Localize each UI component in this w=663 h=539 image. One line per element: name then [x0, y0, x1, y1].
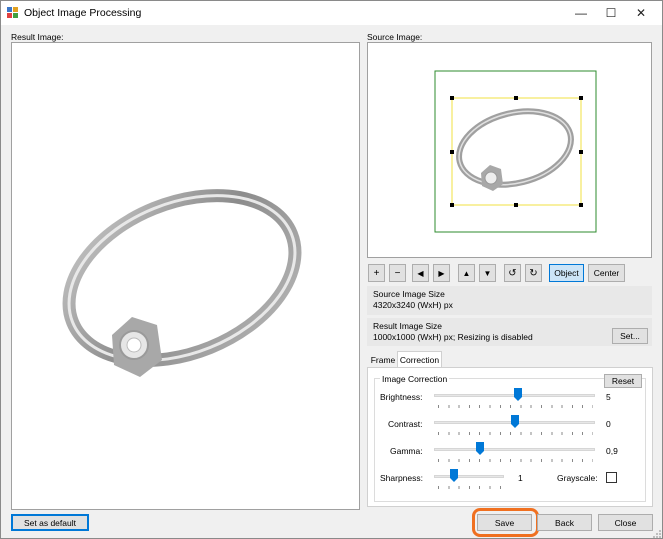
contrast-value: 0	[606, 419, 611, 429]
result-image-label: Result Image:	[11, 32, 64, 42]
close-button[interactable]: Close	[598, 514, 653, 531]
result-size-box: Result Image Size 1000x1000 (WxH) px; Re…	[367, 318, 652, 346]
source-image-panel	[367, 42, 652, 258]
gamma-slider[interactable]	[434, 448, 595, 451]
gamma-ticks	[438, 459, 593, 462]
contrast-slider-thumb[interactable]	[511, 415, 519, 428]
sharpness-slider[interactable]	[434, 475, 504, 478]
source-size-value: 4320x3240 (WxH) px	[373, 300, 453, 310]
brightness-slider-thumb[interactable]	[514, 388, 522, 401]
back-button[interactable]: Back	[537, 514, 592, 531]
reset-button[interactable]: Reset	[604, 374, 642, 388]
zoom-in-button[interactable]: +	[368, 264, 385, 282]
app-icon	[7, 7, 18, 18]
crop-handle[interactable]	[450, 203, 454, 207]
contrast-ticks	[438, 432, 593, 435]
save-button[interactable]: Save	[477, 514, 532, 531]
crop-handle[interactable]	[450, 150, 454, 154]
result-image-panel	[11, 42, 360, 510]
sharpness-label: Sharpness:	[380, 473, 423, 483]
contrast-label: Contrast:	[388, 419, 423, 429]
brightness-label: Brightness:	[380, 392, 423, 402]
source-size-box: Source Image Size 4320x3240 (WxH) px	[367, 286, 652, 315]
correction-tab-panel: Image Correction Reset Brightness: 5 Con…	[367, 367, 653, 507]
sharpness-slider-thumb[interactable]	[450, 469, 458, 482]
tab-correction[interactable]: Correction	[397, 351, 442, 368]
set-as-default-button[interactable]: Set as default	[11, 514, 89, 531]
center-button[interactable]: Center	[588, 264, 625, 282]
move-up-button[interactable]: ▲	[458, 264, 475, 282]
rotate-cw-button[interactable]: ↻	[525, 264, 542, 282]
result-size-value: 1000x1000 (WxH) px; Resizing is disabled	[373, 332, 533, 342]
rotate-ccw-button[interactable]: ↺	[504, 264, 521, 282]
zoom-out-button[interactable]: −	[389, 264, 406, 282]
move-left-button[interactable]: ◀	[412, 264, 429, 282]
crop-handle[interactable]	[579, 150, 583, 154]
ring-image	[62, 189, 302, 377]
crop-handle[interactable]	[514, 203, 518, 207]
crop-handle[interactable]	[450, 96, 454, 100]
object-button[interactable]: Object	[549, 264, 584, 282]
result-size-title: Result Image Size	[373, 321, 442, 331]
gamma-label: Gamma:	[390, 446, 423, 456]
set-size-button[interactable]: Set...	[612, 328, 648, 344]
source-preview	[434, 70, 597, 233]
grayscale-checkbox[interactable]	[606, 472, 617, 483]
main-window: Object Image Processing — ☐ ✕ Result Ima…	[0, 0, 663, 539]
sharpness-ticks	[438, 486, 502, 489]
move-down-button[interactable]: ▼	[479, 264, 496, 282]
source-image-label: Source Image:	[367, 32, 423, 42]
title-bar: Object Image Processing — ☐ ✕	[1, 1, 662, 25]
image-correction-title: Image Correction	[380, 374, 450, 384]
tab-frame[interactable]: Frame	[369, 353, 397, 367]
brightness-ticks	[438, 405, 593, 408]
resize-grip-icon[interactable]	[652, 529, 662, 539]
source-size-title: Source Image Size	[373, 289, 445, 299]
crop-handle[interactable]	[579, 203, 583, 207]
crop-handle[interactable]	[579, 96, 583, 100]
brightness-value: 5	[606, 392, 611, 402]
crop-handle[interactable]	[514, 96, 518, 100]
sharpness-value: 1	[518, 473, 523, 483]
gamma-slider-thumb[interactable]	[476, 442, 484, 455]
grayscale-label: Grayscale:	[557, 473, 598, 483]
close-window-button[interactable]: ✕	[621, 1, 661, 25]
window-title: Object Image Processing	[24, 7, 142, 19]
gamma-value: 0,9	[606, 446, 618, 456]
move-right-button[interactable]: ▶	[433, 264, 450, 282]
